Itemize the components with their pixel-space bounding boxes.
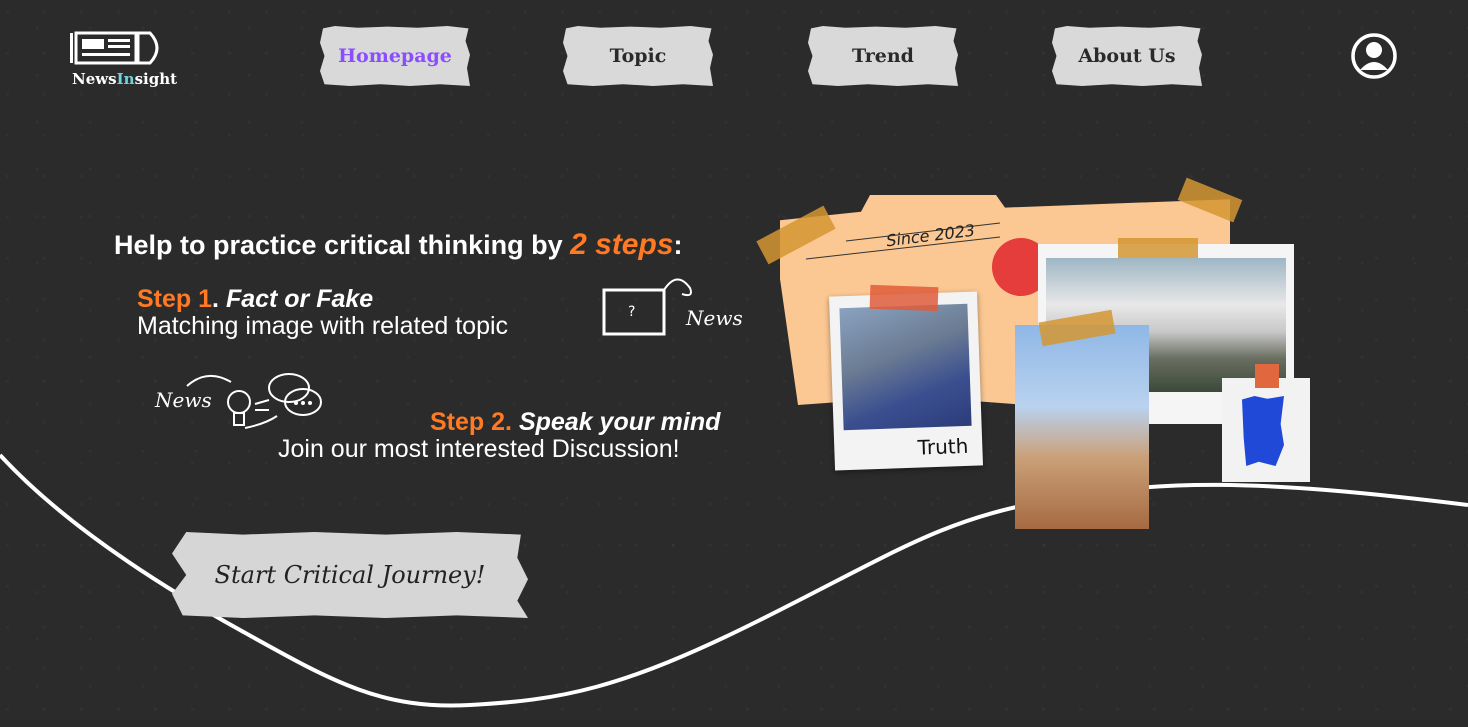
start-journey-button[interactable]: Start Critical Journey! xyxy=(172,532,528,618)
tape-strip xyxy=(1118,238,1198,258)
tape-strip xyxy=(869,284,939,312)
nav-homepage[interactable]: Homepage xyxy=(320,26,470,86)
user-circle-icon[interactable] xyxy=(1350,32,1398,80)
step1-title: Step 1. Fact or Fake xyxy=(137,285,374,313)
nav-trend[interactable]: Trend xyxy=(808,26,958,86)
nav-topic[interactable]: Topic xyxy=(563,26,713,86)
photo-polaroid: Truth xyxy=(829,291,983,471)
brand-logo[interactable]: NewsInsight xyxy=(66,30,177,92)
tape-strip xyxy=(1255,364,1279,388)
step2-title: Step 2. Speak your mind xyxy=(430,408,721,436)
idea-chat-doodle-icon xyxy=(186,373,322,429)
nav-about-us[interactable]: About Us xyxy=(1052,26,1202,86)
news-doodle-text: News xyxy=(686,306,743,330)
polaroid-caption: Truth xyxy=(917,433,969,460)
brand-name: NewsInsight xyxy=(72,70,178,88)
question-mark: ? xyxy=(628,304,636,320)
blue-paint-stroke xyxy=(1242,396,1284,466)
step1-description: Matching image with related topic xyxy=(137,312,509,340)
blue-paint-card xyxy=(1222,378,1310,482)
newspaper-icon xyxy=(70,31,159,65)
hero-headline: Help to practice critical thinking by 2 … xyxy=(114,228,683,261)
photo-man xyxy=(839,303,972,431)
step2-description: Join our most interested Discussion! xyxy=(278,435,680,463)
photo-family xyxy=(1015,325,1149,529)
